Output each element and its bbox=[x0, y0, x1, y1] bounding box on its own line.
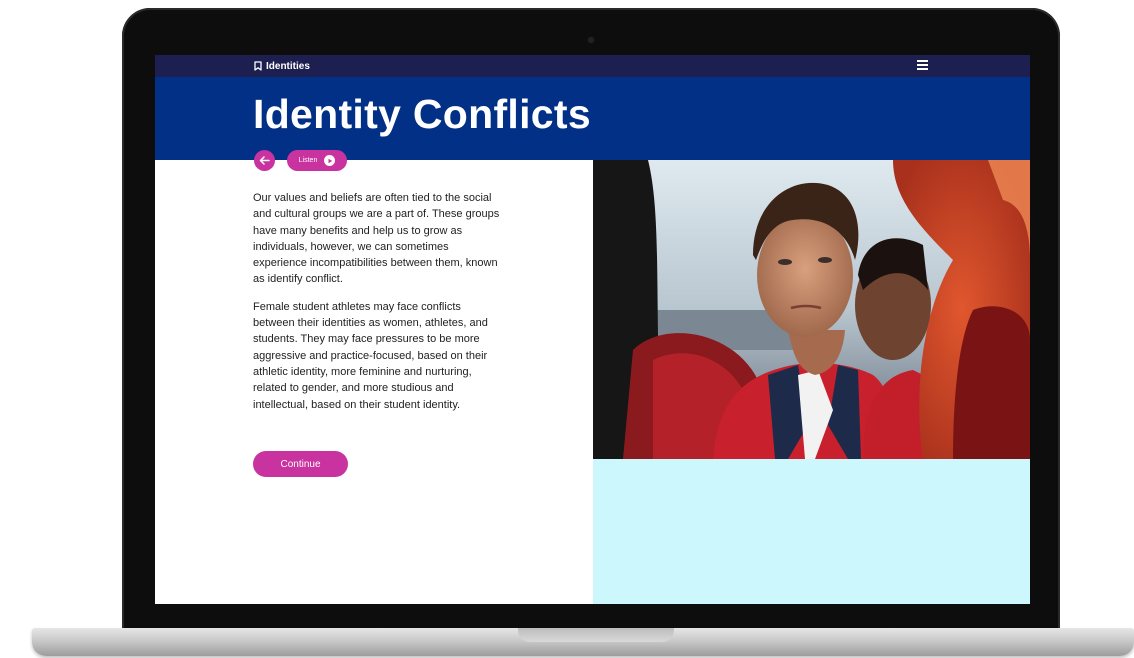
paragraph-1: Our values and beliefs are often tied to… bbox=[253, 192, 500, 286]
back-button[interactable] bbox=[254, 150, 275, 171]
bookmark-icon bbox=[254, 61, 262, 71]
laptop-notch bbox=[518, 628, 674, 642]
top-nav-bar: Identities bbox=[155, 55, 1030, 77]
hamburger-menu-icon[interactable] bbox=[917, 60, 928, 71]
laptop-screen: Identities Identity Conflicts Listen Our… bbox=[155, 55, 1030, 604]
athletes-photo bbox=[593, 160, 1030, 459]
listen-button[interactable]: Listen bbox=[287, 150, 347, 171]
section-label: Identities bbox=[266, 60, 310, 72]
section-nav[interactable]: Identities bbox=[254, 59, 310, 73]
content-text: Our values and beliefs are often tied to… bbox=[253, 190, 505, 424]
page-header: Identity Conflicts bbox=[155, 77, 1030, 160]
continue-button[interactable]: Continue bbox=[253, 451, 348, 477]
arrow-left-icon bbox=[259, 152, 270, 170]
paragraph-2: Female student athletes may face conflic… bbox=[253, 300, 488, 411]
listen-label: Listen bbox=[298, 157, 318, 164]
play-icon bbox=[324, 155, 336, 166]
cyan-panel bbox=[593, 459, 1030, 604]
page-title: Identity Conflicts bbox=[253, 91, 591, 137]
laptop-camera bbox=[588, 37, 594, 43]
